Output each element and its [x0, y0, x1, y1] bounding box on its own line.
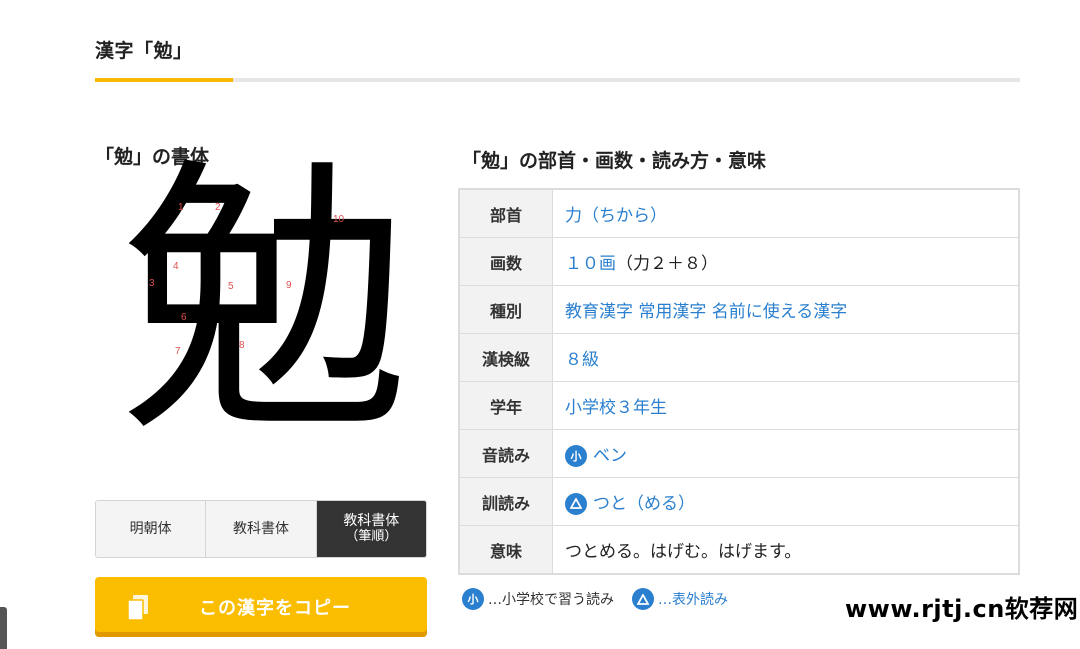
- legend-outside-link[interactable]: …表外読み: [658, 589, 728, 609]
- font-style-tabs: 明朝体 教科書体 教科書体 （筆順）: [95, 500, 427, 558]
- stroke-number: 3: [149, 278, 155, 289]
- tab-mincho[interactable]: 明朝体: [96, 501, 207, 557]
- stroke-number: 6: [181, 312, 187, 323]
- legend-outside: …表外読み: [632, 588, 728, 610]
- row-label: 種別: [458, 285, 553, 334]
- tab-sublabel: （筆順）: [345, 529, 398, 544]
- stroke-number: 10: [333, 214, 345, 225]
- kun-reading-link[interactable]: つと（める）: [593, 494, 695, 514]
- stroke-number: 4: [173, 261, 179, 272]
- kanken-level-link[interactable]: ８級: [552, 333, 1020, 382]
- table-row: 漢検級 ８級: [458, 333, 1020, 382]
- stroke-number: 7: [175, 346, 181, 357]
- copy-icon: [127, 595, 148, 621]
- category-links[interactable]: 教育漢字 常用漢字 名前に使える漢字: [552, 285, 1020, 334]
- table-row: 学年 小学校３年生: [458, 381, 1020, 430]
- tab-label: 教科書体: [232, 521, 289, 537]
- section-rule: [95, 78, 1020, 82]
- stroke-count-cell: １０画（力２＋８）: [552, 237, 1020, 286]
- table-row: 画数 １０画（力２＋８）: [458, 237, 1020, 286]
- meaning-text: つとめる。はげむ。はげます。: [552, 525, 1020, 575]
- row-label: 訓読み: [458, 477, 553, 526]
- stroke-number: 5: [228, 281, 234, 292]
- kanji-glyph: 勉: [120, 135, 410, 472]
- elementary-badge-icon: 小: [565, 444, 587, 467]
- stroke-count-link[interactable]: １０画: [565, 254, 616, 274]
- kanji-info-table: 部首 力（ちから） 画数 １０画（力２＋８） 種別 教育漢字 常用漢字 名前に使…: [458, 188, 1020, 575]
- tab-label: 教科書体: [343, 513, 400, 529]
- stroke-number: 1: [178, 202, 184, 213]
- tab-kyokasho-stroke-order[interactable]: 教科書体 （筆順）: [316, 501, 426, 557]
- on-reading-link[interactable]: ベン: [593, 446, 627, 466]
- copy-button-label: この漢字をコピー: [199, 598, 351, 619]
- stroke-breakdown: （力２＋８）: [616, 254, 718, 274]
- kanji-stroke-display: 勉 1 2 3 4 5 6 7 8 9 10: [115, 154, 415, 468]
- grade-link[interactable]: 小学校３年生: [552, 381, 1020, 430]
- row-label: 部首: [458, 188, 553, 238]
- stroke-number: 8: [239, 340, 245, 351]
- radical-link[interactable]: 力（ちから）: [552, 188, 1020, 238]
- row-label: 意味: [458, 525, 553, 575]
- outside-reading-triangle-icon: [632, 588, 654, 610]
- table-row: 意味 つとめる。はげむ。はげます。: [458, 525, 1020, 575]
- tab-label: 明朝体: [129, 521, 172, 537]
- on-reading-cell: 小ベン: [552, 429, 1020, 478]
- legend-elementary-text: …小学校で習う読み: [488, 592, 614, 608]
- table-row: 訓読み つと（める）: [458, 477, 1020, 526]
- row-label: 漢検級: [458, 333, 553, 382]
- table-row: 部首 力（ちから）: [458, 188, 1020, 238]
- info-title: 「勉」の部首・画数・読み方・意味: [462, 150, 767, 172]
- row-label: 音読み: [458, 429, 553, 478]
- section-title: 漢字「勉」: [95, 40, 193, 62]
- reading-legend: 小 …小学校で習う読み …表外読み: [462, 588, 746, 610]
- copy-kanji-button[interactable]: この漢字をコピー: [95, 577, 427, 637]
- row-label: 学年: [458, 381, 553, 430]
- watermark: www.rjtj.cn软荐网: [845, 595, 1079, 623]
- section-header: 漢字「勉」: [95, 36, 1020, 82]
- row-label: 画数: [458, 237, 553, 286]
- elementary-badge-icon: 小: [462, 588, 484, 610]
- kun-reading-cell: つと（める）: [552, 477, 1020, 526]
- legend-elementary: 小 …小学校で習う読み: [462, 588, 614, 610]
- table-row: 種別 教育漢字 常用漢字 名前に使える漢字: [458, 285, 1020, 334]
- window-edge: [0, 607, 7, 649]
- stroke-number: 9: [286, 280, 292, 291]
- section-rule-accent: [95, 78, 233, 82]
- outside-reading-triangle-icon: [565, 492, 587, 515]
- stroke-number: 2: [215, 202, 221, 213]
- table-row: 音読み 小ベン: [458, 429, 1020, 478]
- tab-kyokasho[interactable]: 教科書体: [206, 501, 317, 557]
